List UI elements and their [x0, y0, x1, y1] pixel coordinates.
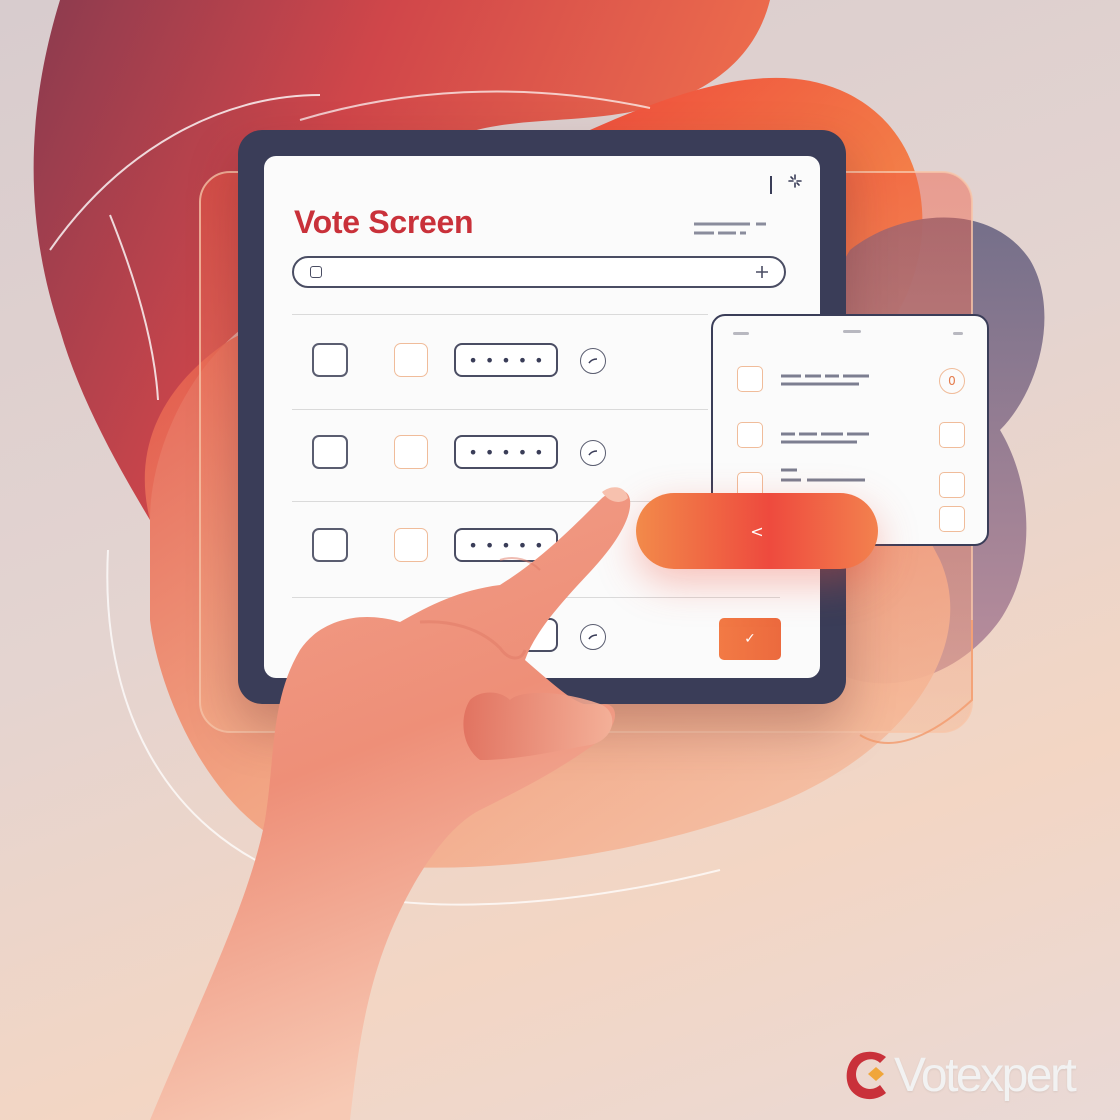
hand-illustration — [150, 487, 631, 1120]
brand-logo: Votexpert — [842, 1040, 1077, 1110]
logo-mark-icon — [846, 1051, 886, 1100]
logo-text: Votexpert — [894, 1048, 1077, 1102]
